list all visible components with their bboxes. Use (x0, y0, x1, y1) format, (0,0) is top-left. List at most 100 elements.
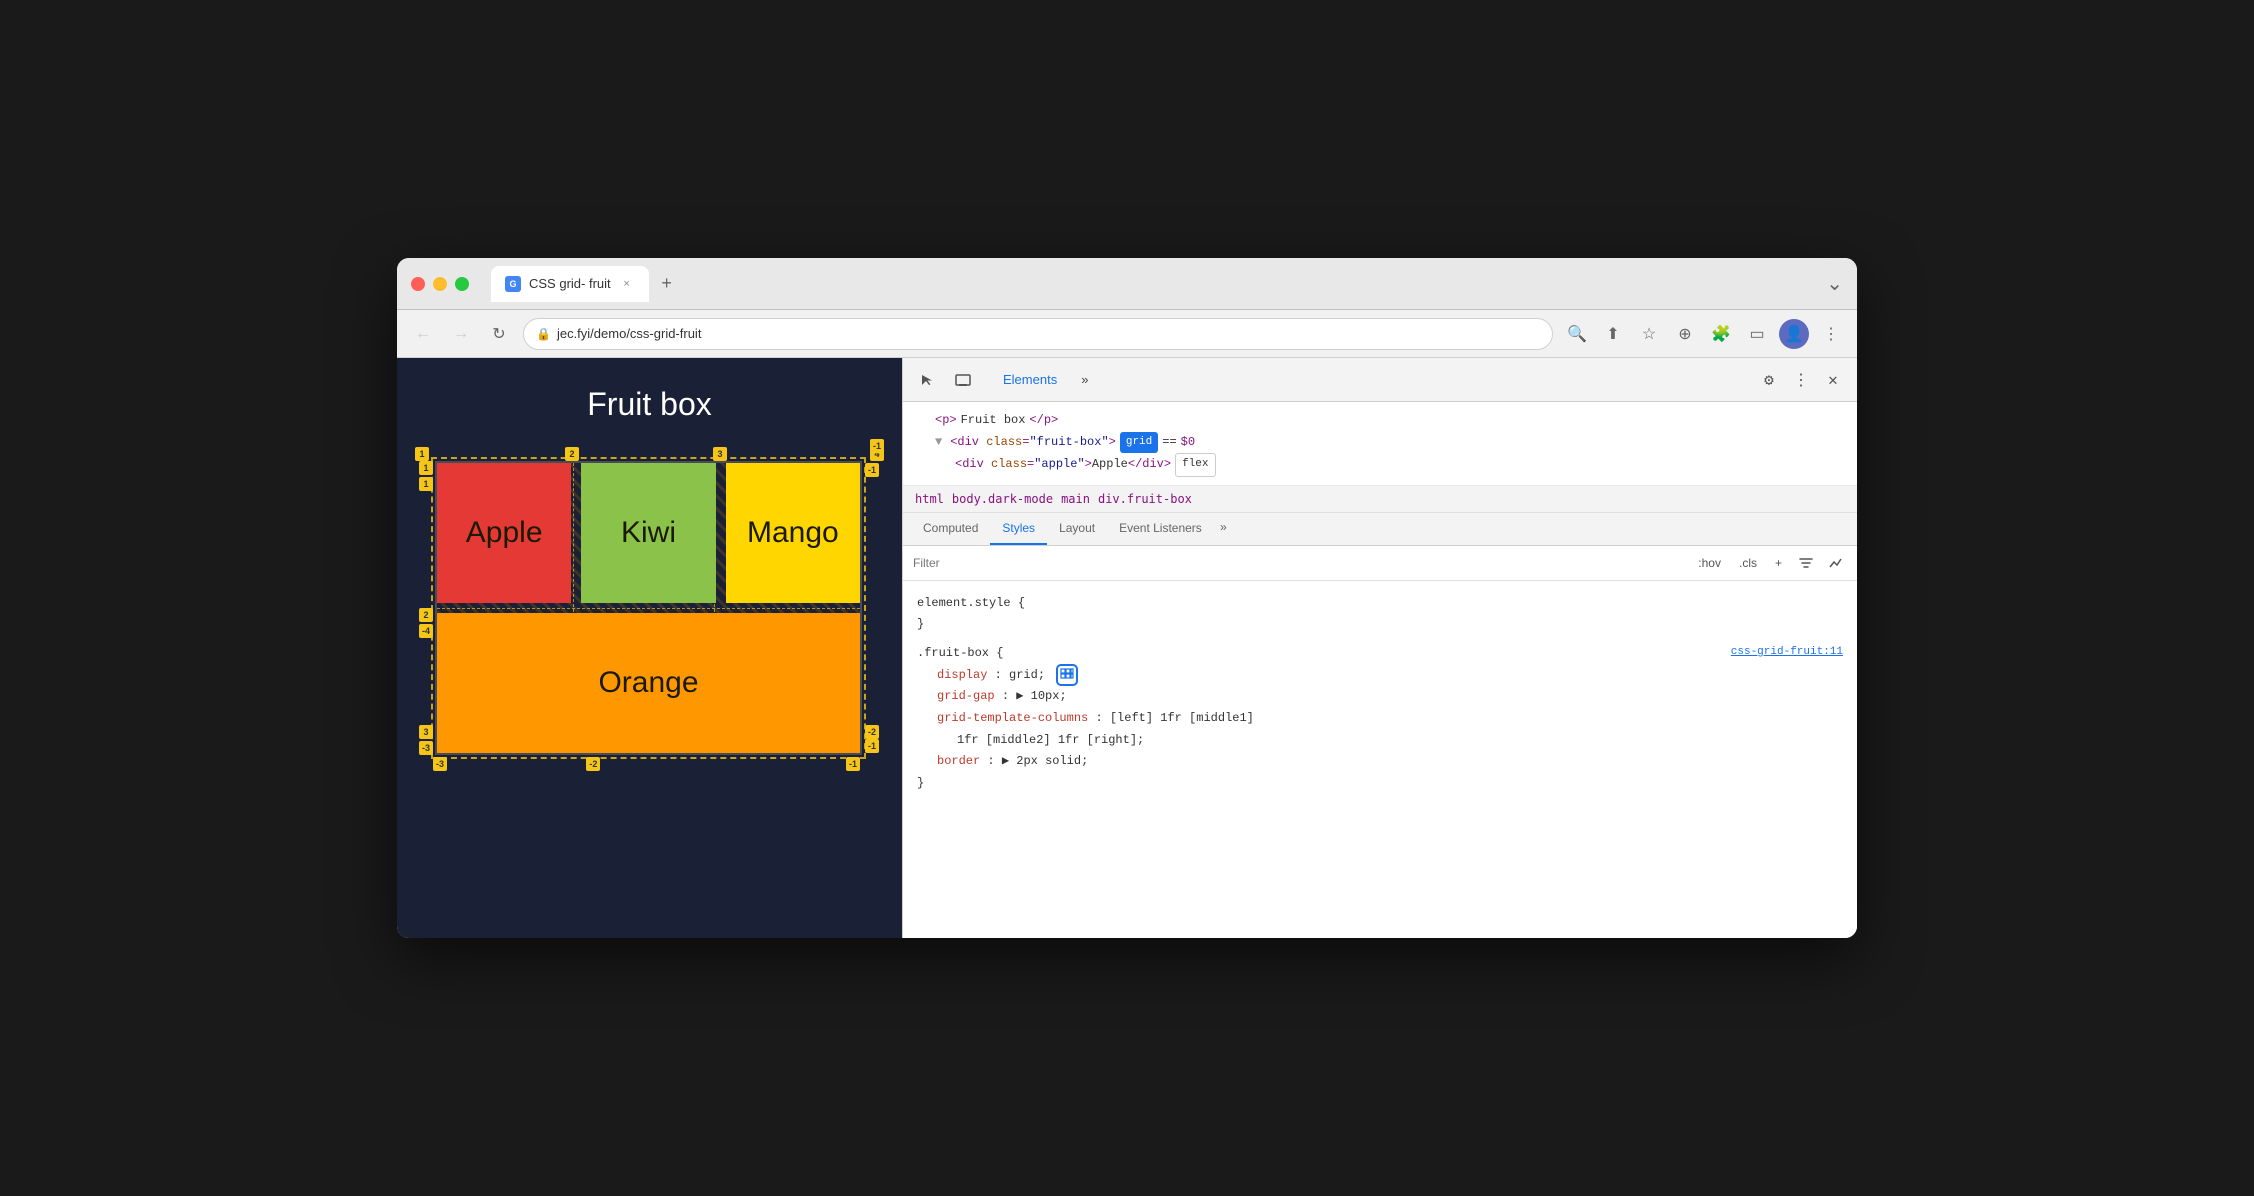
grid-inspector-button[interactable] (1056, 664, 1078, 686)
bc-div-fruitbox[interactable]: div.fruit-box (1098, 492, 1192, 506)
back-button[interactable]: ← (409, 320, 437, 348)
dom-dollar: $0 (1181, 432, 1195, 454)
grid-wrapper: 1 2 3 4 -1 1 1 2 -4 (417, 439, 882, 775)
display-prop: display : grid; (917, 664, 1843, 687)
address-input[interactable]: 🔒 jec.fyi/demo/css-grid-fruit (523, 318, 1553, 350)
styles-tabs-more[interactable]: » (1214, 513, 1233, 545)
url-text: jec.fyi/demo/css-grid-fruit (557, 326, 701, 341)
gtc-continuation: 1fr [middle2] 1fr [right]; (917, 730, 1843, 752)
panels-more-button[interactable]: » (1071, 366, 1098, 393)
border-triangle[interactable]: ▶ (1002, 754, 1009, 768)
bottom-neg2: -2 (586, 757, 600, 771)
grid-gap-prop-value: 10px; (1031, 689, 1067, 703)
col-neg-1: -1 (870, 439, 884, 453)
cast-button[interactable]: ▭ (1743, 320, 1771, 348)
inspect-element-button[interactable] (913, 366, 941, 394)
grid-gap-prop: grid-gap : ▶ 10px; (917, 686, 1843, 708)
add-style-button[interactable]: + (1770, 554, 1787, 572)
dom-eq: == (1162, 432, 1176, 454)
active-tab[interactable]: G CSS grid- fruit × (491, 266, 649, 302)
browser-window: G CSS grid- fruit × + ⌄ ← → ↻ 🔒 jec.fyi/… (397, 258, 1857, 938)
styles-tabs-bar: Computed Styles Layout Event Listeners » (903, 513, 1857, 546)
fruit-box-selector: .fruit-box { (917, 643, 1003, 663)
element-style-close: } (917, 614, 1843, 636)
devtools-settings-button[interactable]: ⚙ (1755, 366, 1783, 394)
row-num-neg2: -4 (419, 624, 433, 638)
border-prop-name: border (937, 754, 980, 768)
dom-line-div: ▼ <div class="fruit-box"> grid == $0 (915, 432, 1845, 454)
event-listeners-tab[interactable]: Event Listeners (1107, 513, 1214, 545)
devtools-panel: Elements » ⚙ ⋮ ✕ <p> Fruit box </p> ▼ (902, 358, 1857, 938)
forward-button[interactable]: → (447, 320, 475, 348)
dom-panel: <p> Fruit box </p> ▼ <div class="fruit-b… (903, 402, 1857, 486)
filter-input[interactable] (913, 556, 1685, 570)
tab-close-button[interactable]: × (619, 276, 635, 292)
puzzle-button[interactable]: 🧩 (1707, 320, 1735, 348)
new-tab-button[interactable]: + (653, 270, 681, 298)
computed-tab[interactable]: Computed (911, 513, 990, 545)
refresh-button[interactable]: ↻ (485, 320, 513, 348)
bookmark-button[interactable]: ☆ (1635, 320, 1663, 348)
grid-gap-triangle[interactable]: ▶ (1016, 689, 1023, 703)
kiwi-cell: Kiwi (581, 463, 715, 603)
border-prop: border : ▶ 2px solid; (917, 751, 1843, 773)
share-button[interactable]: ⬆ (1599, 320, 1627, 348)
page-title: Fruit box (397, 358, 902, 439)
badge-flex[interactable]: flex (1175, 453, 1215, 477)
computed-styles-button[interactable] (1825, 552, 1847, 574)
border-prop-value: 2px solid; (1016, 754, 1088, 768)
profile-button[interactable]: 👤 (1779, 319, 1809, 349)
more-button[interactable]: ⋮ (1817, 320, 1845, 348)
lock-icon: 🔒 (536, 327, 551, 341)
fruit-box-source[interactable]: css-grid-fruit:11 (1731, 643, 1843, 662)
fruit-box-header: .fruit-box { css-grid-fruit:11 (917, 643, 1843, 663)
row-num-2: 2 (419, 608, 433, 622)
maximize-traffic-light[interactable] (455, 277, 469, 291)
display-prop-name: display (937, 668, 987, 682)
filter-actions: :hov .cls + (1693, 552, 1847, 574)
devtools-close-button[interactable]: ✕ (1819, 366, 1847, 394)
zoom-button[interactable]: 🔍 (1563, 320, 1591, 348)
bc-main[interactable]: main (1061, 492, 1090, 506)
webpage: Fruit box 1 2 3 4 -1 1 1 (397, 358, 902, 938)
minimize-traffic-light[interactable] (433, 277, 447, 291)
gtc-prop-name: grid-template-columns (937, 711, 1088, 725)
col-num-3: 3 (713, 447, 727, 461)
tab-favicon: G (505, 276, 521, 292)
grid-gap-prop-name: grid-gap (937, 689, 995, 703)
devtools-more-button[interactable]: ⋮ (1787, 366, 1815, 394)
fruit-box-close: } (917, 773, 1843, 793)
extensions-button[interactable]: ⊕ (1671, 320, 1699, 348)
address-actions: 🔍 ⬆ ☆ ⊕ 🧩 ▭ 👤 ⋮ (1563, 319, 1845, 349)
apple-label: Apple (466, 516, 543, 550)
orange-cell: Orange (437, 613, 860, 753)
dom-p-close-tag: </p> (1029, 410, 1058, 432)
styles-toggle-button[interactable] (1795, 552, 1817, 574)
bc-html[interactable]: html (915, 492, 944, 506)
gtc-continuation-value: 1fr [middle2] 1fr [right]; (957, 733, 1144, 747)
device-toggle-button[interactable] (949, 366, 977, 394)
hov-button[interactable]: :hov (1693, 554, 1726, 572)
col-right-neg1-top: -1 (865, 463, 879, 477)
bottom-neg3: -3 (433, 757, 447, 771)
title-bar: G CSS grid- fruit × + ⌄ (397, 258, 1857, 310)
gtc-prop-value: [left] 1fr [middle1] (1110, 711, 1254, 725)
address-bar: ← → ↻ 🔒 jec.fyi/demo/css-grid-fruit 🔍 ⬆ … (397, 310, 1857, 358)
breadcrumb: html body.dark-mode main div.fruit-box (903, 486, 1857, 513)
dom-dots: ▼ (935, 432, 942, 454)
kiwi-label: Kiwi (621, 516, 676, 550)
bc-body[interactable]: body.dark-mode (952, 492, 1053, 506)
elements-tab[interactable]: Elements (993, 366, 1067, 393)
dom-line-apple: <div class="apple">Apple</div> flex (915, 453, 1845, 477)
element-style-header: element.style { (917, 593, 1843, 613)
tab-bar: G CSS grid- fruit × + (491, 266, 1816, 302)
styles-tab[interactable]: Styles (990, 513, 1047, 545)
close-traffic-light[interactable] (411, 277, 425, 291)
col-num-2: 2 (565, 447, 579, 461)
layout-tab[interactable]: Layout (1047, 513, 1107, 545)
element-style-selector: element.style { (917, 593, 1025, 613)
row-num-1: 1 (419, 461, 433, 475)
cls-button[interactable]: .cls (1734, 554, 1762, 572)
badge-grid[interactable]: grid (1120, 432, 1158, 454)
tab-dropdown-button[interactable]: ⌄ (1826, 271, 1843, 296)
